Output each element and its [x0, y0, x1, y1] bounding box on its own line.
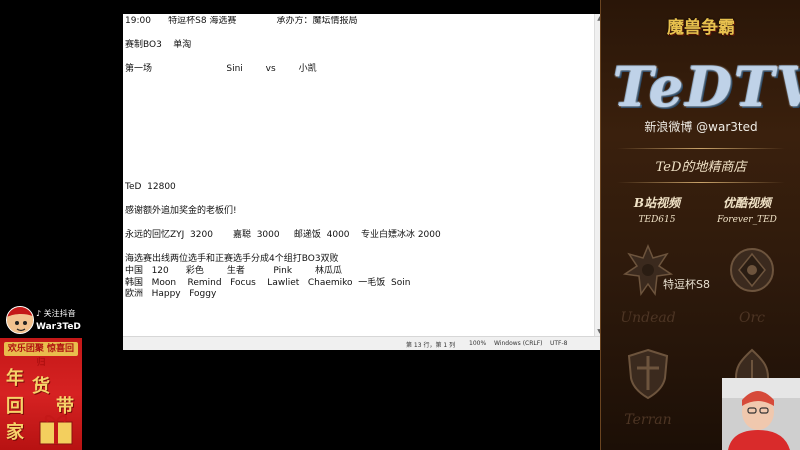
editor-line[interactable]	[125, 28, 593, 40]
promo-char: 家	[6, 422, 24, 443]
race-orc: Orc	[713, 238, 791, 328]
editor-line[interactable]: 永远的回忆ZYJ 3200 嘉聪 3000 邮递饭 4000 专业白嫖冰冰 20…	[125, 230, 593, 242]
editor-line[interactable]	[125, 75, 593, 87]
promo-banner: 欢乐团聚 惊喜回归	[4, 342, 78, 368]
editor-line[interactable]: 感谢额外追加奖金的老板们!	[125, 206, 593, 218]
notepad-window[interactable]: 19:00 特逗杯S8 海选赛 承办方：魔坛情报局 赛制BO3 单淘 第一场 Sin…	[123, 14, 603, 350]
follow-label[interactable]: ♪ 关注抖音	[36, 308, 76, 319]
editor-line[interactable]	[125, 159, 593, 171]
platform-name: B站视频	[633, 196, 681, 210]
zoom-level: 100%	[469, 340, 487, 347]
editor-line[interactable]: 欧洲 Happy Foggy	[125, 289, 593, 301]
webcam-feed	[722, 378, 800, 450]
editor-line[interactable]: 中国 120 彩色 生者 Pink 林瓜瓜	[125, 266, 593, 278]
editor-line[interactable]	[125, 135, 593, 147]
editor-line[interactable]	[125, 87, 593, 99]
promo-char: 回	[6, 396, 24, 417]
status-bar: 第 13 行，第 1 列 100% Windows (CRLF) UTF-8	[123, 336, 603, 350]
race-name: Orc	[738, 310, 765, 326]
douyin-badge[interactable]: ♪ 关注抖音 War3TeD	[6, 306, 90, 338]
editor-line[interactable]	[125, 147, 593, 159]
human-shield-icon	[627, 348, 669, 400]
avatar	[6, 306, 34, 334]
editor-line[interactable]: 19:00 特逗杯S8 海选赛 承办方：魔坛情报局	[125, 16, 593, 28]
new-year-promo[interactable]: 欢乐团聚 惊喜回归 年 货 回 带 家	[0, 338, 82, 450]
editor-line[interactable]: TeD 12800	[125, 182, 593, 194]
gift-icon	[39, 415, 73, 445]
editor-line[interactable]: 第一场 Sini vs 小凯	[125, 64, 593, 76]
editor-line[interactable]	[125, 123, 593, 135]
platform-id: TED615	[638, 215, 676, 225]
warcraft-logo: 魔兽争霸	[667, 18, 735, 38]
follow-text: 关注抖音	[43, 309, 76, 318]
bilibili-info: B站视频 TED615	[617, 194, 697, 225]
race-terran: Terran	[609, 340, 687, 430]
editor-line[interactable]	[125, 52, 593, 64]
cup-label: 特逗杯S8	[663, 278, 710, 291]
editor-line[interactable]	[125, 242, 593, 254]
cursor-position: 第 13 行，第 1 列	[406, 342, 456, 349]
editor-line[interactable]	[125, 111, 593, 123]
tiktok-icon: ♪	[36, 309, 42, 318]
promo-char: 年	[6, 368, 24, 389]
orc-emblem-icon	[730, 248, 774, 292]
encoding: UTF-8	[550, 340, 568, 347]
douyin-name: War3TeD	[36, 322, 81, 332]
editor-line[interactable]: 韩国 Moon Remind Focus Lawliet Chaemiko 一毛…	[125, 278, 593, 290]
tedtv-logo: TeDTV	[613, 55, 800, 119]
editor-line[interactable]	[125, 171, 593, 183]
race-name: Undead	[620, 310, 676, 326]
editor-line[interactable]	[125, 99, 593, 111]
avatar-face-icon	[7, 307, 33, 333]
youku-info: 优酷视频 Forever_TED	[705, 194, 789, 225]
platform-name: 优酷视频	[722, 196, 771, 210]
editor-line[interactable]: 赛制BO3 单淘	[125, 40, 593, 52]
editor-line[interactable]: 海选赛出线两位选手和正赛选手分成4个组打BO3双败	[125, 254, 593, 266]
divider	[617, 182, 785, 183]
editor-line[interactable]	[125, 218, 593, 230]
weibo-handle: 新浪微博 @war3ted	[644, 120, 758, 134]
divider	[617, 148, 785, 149]
promo-char: 货	[32, 376, 50, 397]
editor-text-area[interactable]: 19:00 特逗杯S8 海选赛 承办方：魔坛情报局 赛制BO3 单淘 第一场 Sin…	[125, 16, 593, 336]
shop-title: TeD的地精商店	[655, 160, 747, 175]
race-name: Terran	[624, 412, 672, 428]
streamer-image-icon	[722, 378, 800, 450]
editor-line[interactable]	[125, 194, 593, 206]
platform-id: Forever_TED	[717, 215, 777, 225]
line-ending: Windows (CRLF)	[494, 340, 543, 347]
